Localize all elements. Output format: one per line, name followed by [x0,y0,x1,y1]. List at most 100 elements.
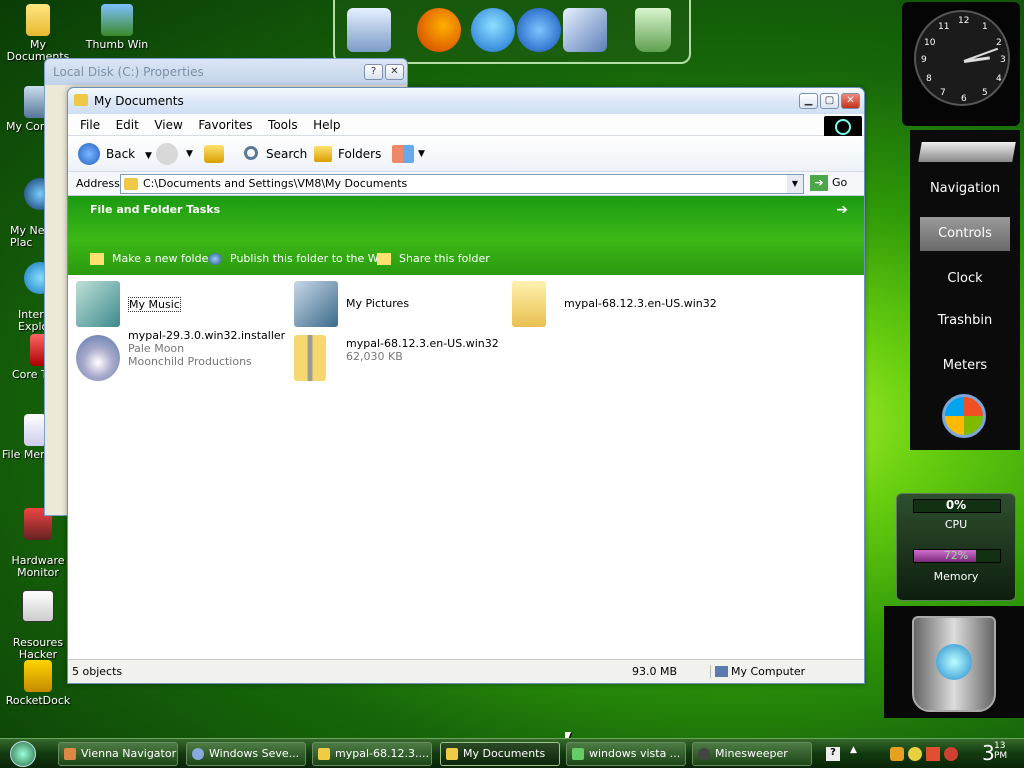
collapse-arrow-icon[interactable]: ➔ [836,202,848,218]
minimize-button[interactable]: ▁ [799,93,818,109]
task-my-documents[interactable]: My Documents [440,742,560,766]
desktop-icon-thumb-win[interactable]: Thumb Win [79,4,155,51]
start-button[interactable] [10,741,36,767]
task-publish-web[interactable]: Publish this folder to the Web [208,252,392,265]
installer-icon [76,335,120,381]
task-label: windows vista ... [589,747,681,760]
browser-icon [192,748,204,760]
nav-item-clock[interactable]: Clock [920,262,1010,296]
picture-icon [101,4,133,36]
up-folder-icon[interactable] [204,145,224,163]
tray-icon-4[interactable] [944,747,958,761]
task-new-folder[interactable]: Make a new folder [90,252,213,265]
list-item-mypal-folder[interactable]: mypal-68.12.3.en-US.win32 [512,281,762,329]
task-windows-seven[interactable]: Windows Seve... [186,742,306,766]
panel-header-bar [918,142,1016,162]
menu-edit[interactable]: Edit [110,114,145,132]
nav-item-controls[interactable]: Controls [920,217,1010,251]
folder-icon [318,748,330,760]
item-publisher: Moonchild Productions [128,355,252,368]
clock-minutes: 13 [994,741,1006,751]
task-share-folder[interactable]: Share this folder [377,252,490,265]
task-vienna-navigator[interactable]: Vienna Navigator [58,742,178,766]
address-input[interactable]: C:\Documents and Settings\VM8\My Documen… [120,174,804,194]
tray-icon-3[interactable] [926,747,940,761]
menu-help[interactable]: Help [307,114,346,132]
mine-icon [698,748,710,760]
memory-percent: 72% [943,549,969,562]
task-label: Minesweeper [715,747,788,760]
firefox-icon[interactable] [417,8,461,52]
clock-gadget: 12 1 2 3 4 5 6 7 8 9 10 11 [902,2,1020,126]
list-item-my-music[interactable]: My Music [76,281,286,329]
chevron-down-icon: ▼ [144,151,152,161]
ie-icon[interactable] [471,8,515,52]
clock-number: 3 [1000,55,1006,65]
clock-number: 11 [938,22,950,32]
tray-expand-icon[interactable]: ▲ [850,745,857,755]
taskbar-clock[interactable]: 3 13 PM [982,741,1007,765]
help-icon[interactable]: ? [826,747,840,761]
windows-logo-icon[interactable] [942,394,986,438]
desktop-icon-rocketdock[interactable]: RocketDock [0,660,76,707]
close-button[interactable]: ✕ [841,93,860,109]
folder-icon [512,281,546,327]
go-button[interactable]: ➔ Go [810,175,847,191]
item-name: mypal-68.12.3.en-US.win32 [346,337,499,350]
folders-button[interactable]: Folders [314,143,381,165]
go-arrow-icon: ➔ [810,175,828,191]
go-label: Go [832,176,848,189]
task-windows-vista[interactable]: windows vista ... [566,742,686,766]
clock-hour: 3 [982,741,995,765]
list-item-mypal-installer[interactable]: mypal-29.3.0.win32.installer Pale Moon M… [76,329,286,383]
desktop-icon[interactable] [563,8,607,52]
back-button[interactable]: Back ▼ [78,143,152,165]
window-icon [64,748,76,760]
media-player-icon[interactable] [517,8,561,52]
app-icon [572,748,584,760]
task-mypal[interactable]: mypal-68.12.3.... [312,742,432,766]
chevron-down-icon[interactable]: ▼ [787,175,803,193]
menu-file[interactable]: File [74,114,106,132]
chevron-down-icon[interactable]: ▼ [418,143,425,165]
zip-folder-icon [294,335,326,381]
tray-icon-1[interactable] [890,747,904,761]
window-titlebar[interactable]: My Documents ▁ ▢ ✕ [68,88,864,114]
forward-button[interactable] [156,143,178,165]
task-minesweeper[interactable]: Minesweeper [692,742,812,766]
file-folder-tasks-pane: File and Folder Tasks ➔ Make a new folde… [68,196,864,275]
task-label: Make a new folder [112,252,213,265]
properties-titlebar[interactable]: Local Disk (C:) Properties ? ✕ [45,59,407,85]
desktop-icon-label: Resoures Hacker [12,636,64,661]
clock-number: 4 [996,74,1002,84]
views-button[interactable] [392,145,414,163]
clock-number: 7 [940,88,946,98]
desktop-icon-my-documents[interactable]: My Documents [0,4,76,63]
nav-item-trashbin[interactable]: Trashbin [920,304,1010,338]
list-item-mypal-zip[interactable]: mypal-68.12.3.en-US.win32 62,030 KB [294,335,544,383]
tasks-header[interactable]: File and Folder Tasks [90,203,220,216]
search-label: Search [266,147,308,161]
nav-item-navigation[interactable]: Navigation [920,172,1010,206]
nav-item-meters[interactable]: Meters [920,349,1010,383]
list-item-my-pictures[interactable]: My Pictures [294,281,504,329]
recycle-bin-icon[interactable] [912,616,996,712]
recycle-bin-icon[interactable] [635,8,671,52]
maximize-button[interactable]: ▢ [820,93,839,109]
help-button[interactable]: ? [364,64,383,80]
back-label: Back [106,147,136,161]
desktop-icon-label: Thumb Win [85,38,149,51]
desktop-icon-resource-hacker[interactable]: Resoures Hacker [0,578,76,661]
task-label: mypal-68.12.3.... [335,747,429,760]
chevron-down-icon[interactable]: ▼ [186,143,193,165]
close-button[interactable]: ✕ [385,64,404,80]
search-button[interactable]: Search [242,143,307,165]
tray-icon-2[interactable] [908,747,922,761]
menu-favorites[interactable]: Favorites [192,114,258,132]
computer-icon[interactable] [347,8,391,52]
properties-title: Local Disk (C:) Properties [53,65,204,79]
folder-icon [314,146,332,162]
taskbar: Vienna Navigator Windows Seve... mypal-6… [0,738,1024,768]
menu-view[interactable]: View [148,114,188,132]
menu-tools[interactable]: Tools [262,114,304,132]
